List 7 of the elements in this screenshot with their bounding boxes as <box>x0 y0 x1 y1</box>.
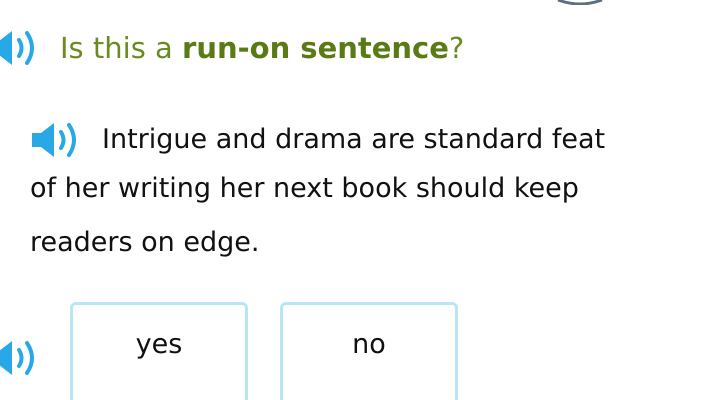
passage-text: of her writing her next book should keep <box>30 172 580 206</box>
passage-text: Intrigue and drama are standard feat <box>102 123 606 157</box>
answer-button[interactable]: yes <box>70 302 248 400</box>
question-title: Is this a run-on sentence? <box>60 31 464 65</box>
passage-text: readers on edge. <box>30 226 260 260</box>
circle-edge-icon <box>555 0 605 5</box>
answer-button[interactable]: no <box>280 302 458 400</box>
